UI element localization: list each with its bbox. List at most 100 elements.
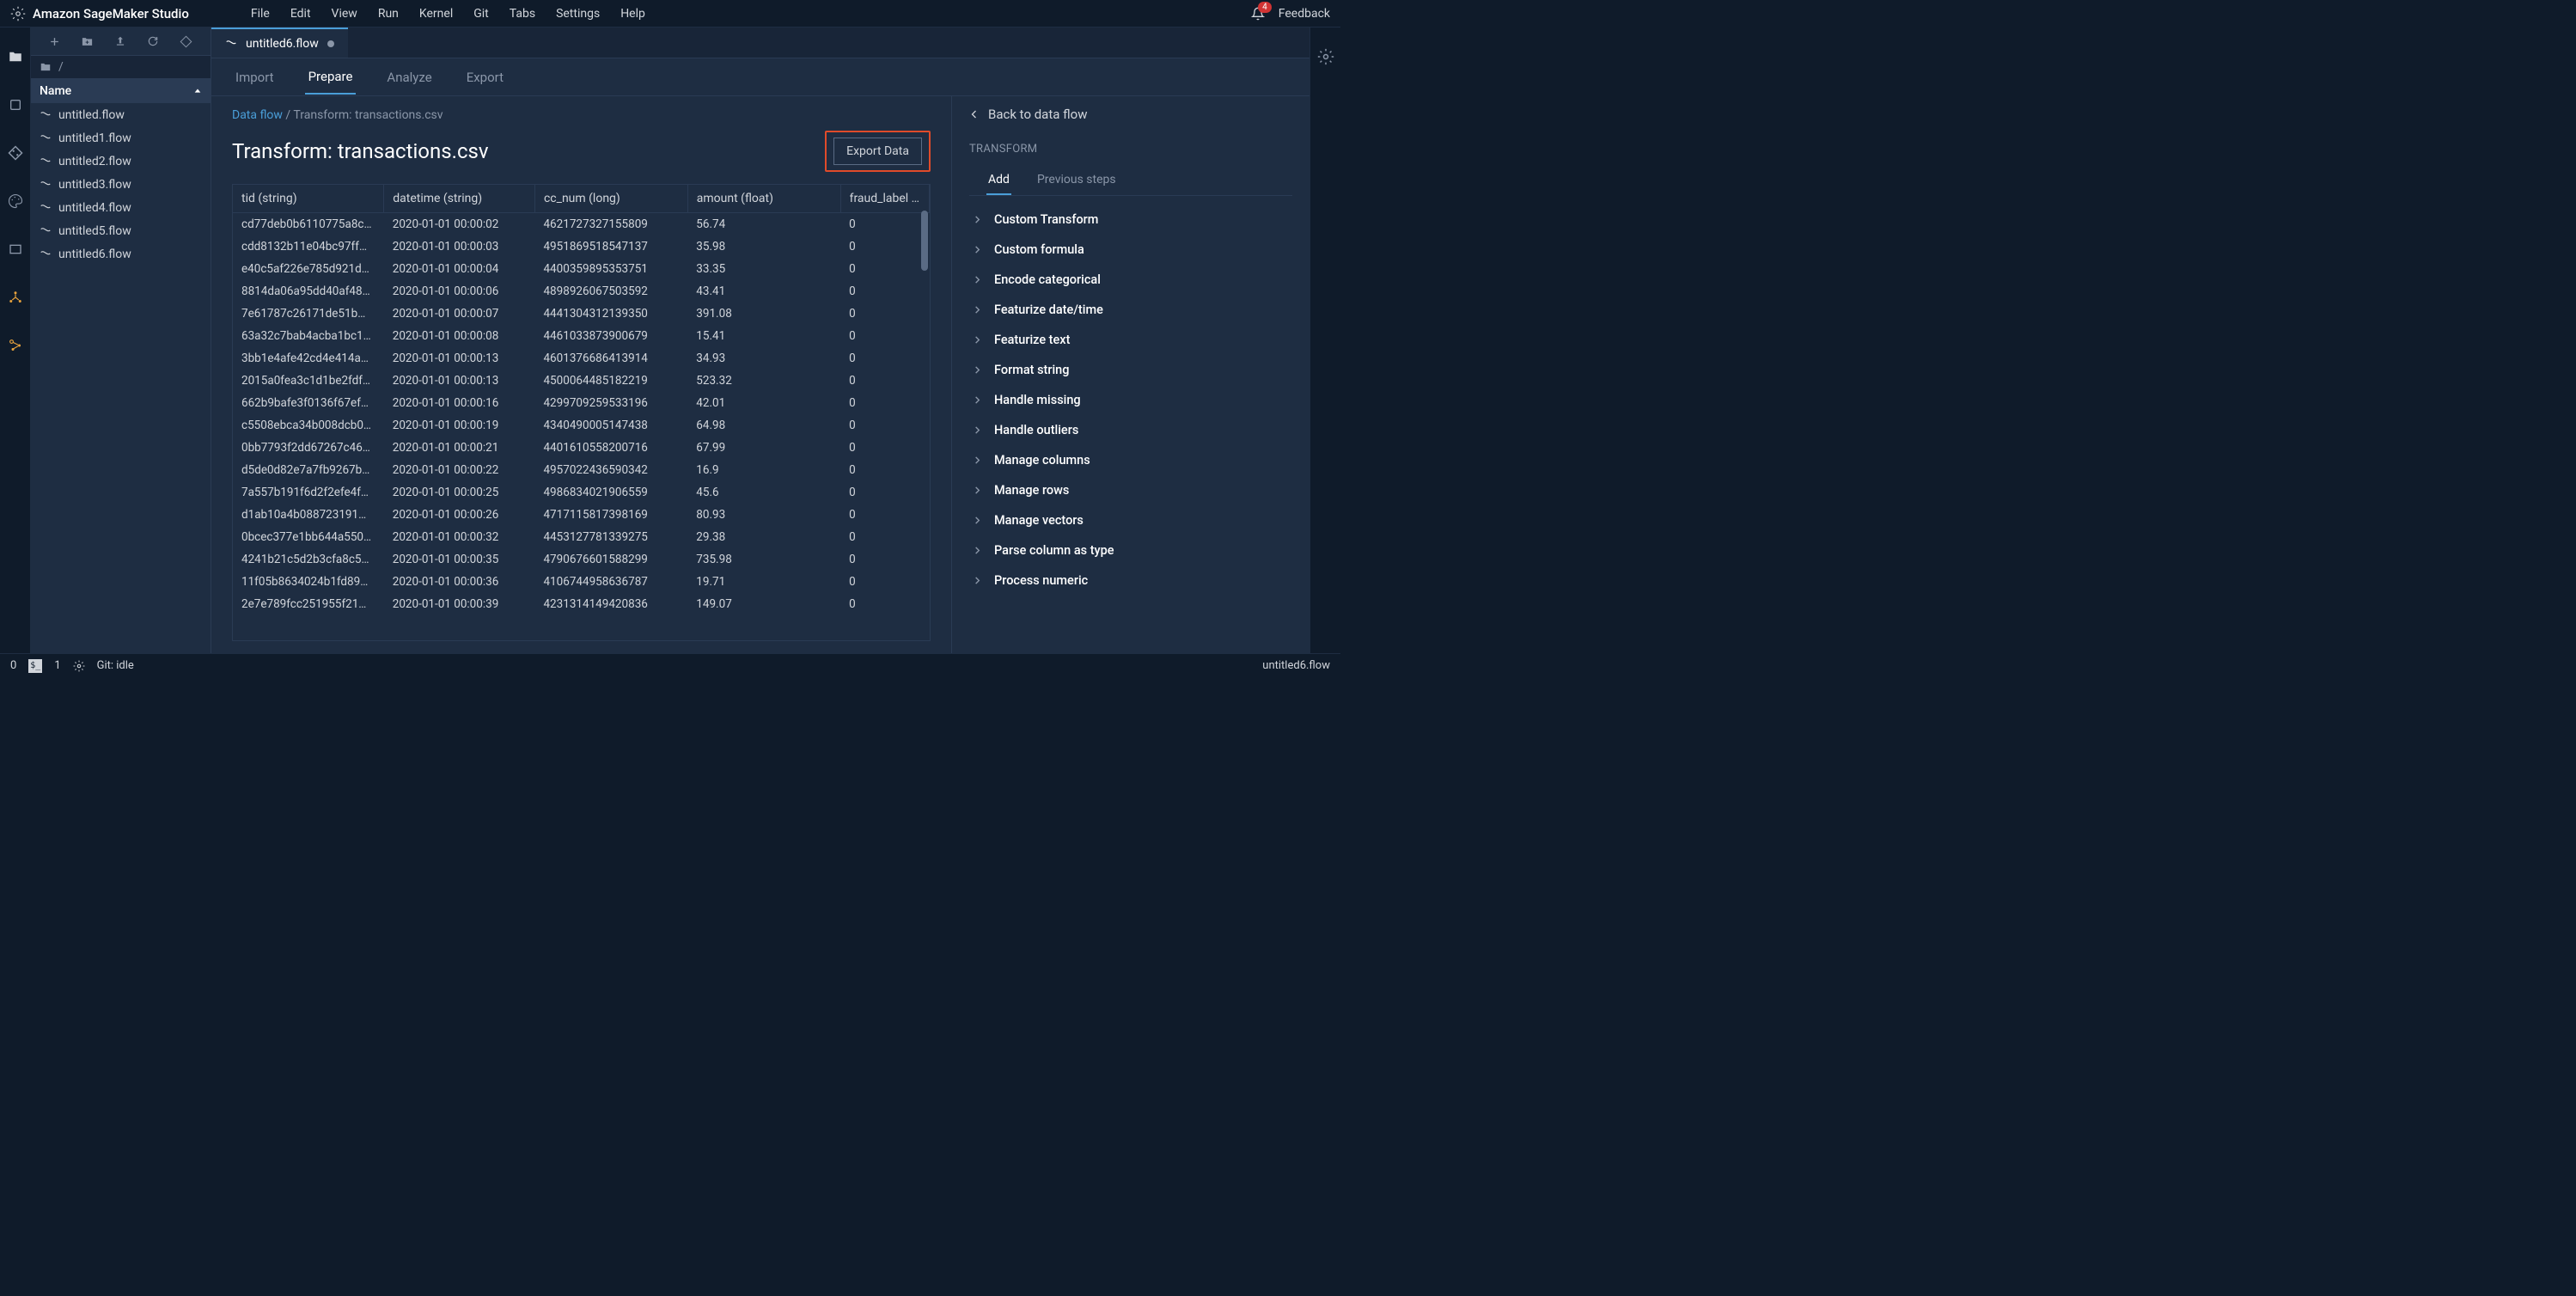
file-item[interactable]: untitled3.flow <box>31 173 211 196</box>
column-header[interactable]: cc_num (long) <box>534 185 687 213</box>
feedback-link[interactable]: Feedback <box>1279 7 1330 21</box>
file-item[interactable]: untitled5.flow <box>31 219 211 242</box>
panel-tab-add[interactable]: Add <box>986 166 1011 195</box>
subtab-import[interactable]: Import <box>232 61 278 94</box>
column-header[interactable]: tid (string) <box>233 185 384 213</box>
table-row[interactable]: 2015a0fea3c1d1be2fdf…2020-01-01 00:00:13… <box>233 370 930 392</box>
table-cell: 7e61787c26171de51b… <box>233 303 384 325</box>
back-to-flow-link[interactable]: Back to data flow <box>969 107 1292 122</box>
transform-item[interactable]: Featurize date/time <box>969 295 1292 325</box>
file-browser-breadcrumb[interactable]: / <box>31 55 211 79</box>
new-launcher-button[interactable] <box>49 36 60 47</box>
flow-icon <box>40 248 52 260</box>
column-header[interactable]: amount (float) <box>687 185 840 213</box>
table-row[interactable]: 662b9bafe3f0136f67ef…2020-01-01 00:00:16… <box>233 392 930 414</box>
transform-item[interactable]: Custom Transform <box>969 205 1292 235</box>
table-cell: e40c5af226e785d921d… <box>233 258 384 280</box>
activity-commands[interactable] <box>7 193 24 210</box>
activity-git[interactable] <box>7 144 24 162</box>
table-row[interactable]: 0bcec377e1bb644a550…2020-01-01 00:00:324… <box>233 526 930 548</box>
export-data-button[interactable]: Export Data <box>833 138 922 165</box>
settings-button[interactable] <box>1317 48 1334 653</box>
file-browser-header[interactable]: Name <box>31 79 211 103</box>
file-name: untitled4.flow <box>58 201 131 215</box>
activity-pipelines[interactable] <box>7 337 24 354</box>
status-count-0[interactable]: 0 <box>10 659 16 672</box>
table-row[interactable]: cd77deb0b6110775a8c…2020-01-01 00:00:024… <box>233 213 930 236</box>
menu-file[interactable]: File <box>241 3 280 24</box>
menu-settings[interactable]: Settings <box>546 3 610 24</box>
table-row[interactable]: 4241b21c5d2b3cfa8c5…2020-01-01 00:00:354… <box>233 548 930 571</box>
activity-folder[interactable] <box>7 48 24 65</box>
transform-item[interactable]: Featurize text <box>969 325 1292 355</box>
transform-item[interactable]: Format string <box>969 355 1292 385</box>
upload-button[interactable] <box>114 35 126 47</box>
table-row[interactable]: 7a557b191f6d2f2efe4f…2020-01-01 00:00:25… <box>233 481 930 504</box>
table-cell: 2020-01-01 00:00:19 <box>384 414 535 437</box>
page-title: Transform: transactions.csv <box>232 139 489 163</box>
transform-item[interactable]: Manage columns <box>969 445 1292 475</box>
status-count-1[interactable]: 1 <box>54 659 60 672</box>
refresh-button[interactable] <box>147 35 159 47</box>
editor-tab[interactable]: untitled6.flow <box>211 28 348 58</box>
panel-tab-previous-steps[interactable]: Previous steps <box>1035 166 1118 195</box>
table-cell: 2020-01-01 00:00:13 <box>384 370 535 392</box>
transform-item[interactable]: Process numeric <box>969 565 1292 596</box>
transform-item[interactable]: Manage rows <box>969 475 1292 505</box>
transform-item-label: Manage rows <box>994 483 1069 498</box>
file-browser-header-label: Name <box>40 84 71 98</box>
table-row[interactable]: 2e7e789fcc251955f21…2020-01-01 00:00:394… <box>233 593 930 615</box>
table-row[interactable]: c5508ebca34b008dcb0…2020-01-01 00:00:194… <box>233 414 930 437</box>
breadcrumb-root-link[interactable]: Data flow <box>232 108 283 122</box>
table-row[interactable]: 11f05b8634024b1fd89…2020-01-01 00:00:364… <box>233 571 930 593</box>
table-row[interactable]: 3bb1e4afe42cd4e414a…2020-01-01 00:00:134… <box>233 347 930 370</box>
table-row[interactable]: cdd8132b11e04bc97ff…2020-01-01 00:00:034… <box>233 235 930 258</box>
table-cell: 2020-01-01 00:00:13 <box>384 347 535 370</box>
transform-item[interactable]: Manage vectors <box>969 505 1292 535</box>
subtab-export[interactable]: Export <box>463 61 507 94</box>
table-cell: 45.6 <box>687 481 840 504</box>
table-row[interactable]: d5de0d82e7a7fb9267b…2020-01-01 00:00:224… <box>233 459 930 481</box>
file-item[interactable]: untitled2.flow <box>31 150 211 173</box>
menu-kernel[interactable]: Kernel <box>409 3 463 24</box>
tabs-icon <box>9 242 22 256</box>
menu-run[interactable]: Run <box>368 3 409 24</box>
transform-item[interactable]: Custom formula <box>969 235 1292 265</box>
menu-edit[interactable]: Edit <box>280 3 321 24</box>
transform-item[interactable]: Parse column as type <box>969 535 1292 565</box>
activity-tabs[interactable] <box>7 241 24 258</box>
file-item[interactable]: untitled4.flow <box>31 196 211 219</box>
table-row[interactable]: 7e61787c26171de51b…2020-01-01 00:00:0744… <box>233 303 930 325</box>
activity-running[interactable] <box>7 96 24 113</box>
gear-icon[interactable] <box>73 660 85 672</box>
table-cell: 56.74 <box>687 213 840 236</box>
file-item[interactable]: untitled6.flow <box>31 242 211 266</box>
table-row[interactable]: 8814da06a95dd40af48…2020-01-01 00:00:064… <box>233 280 930 303</box>
menu-git[interactable]: Git <box>463 3 499 24</box>
new-folder-button[interactable] <box>81 35 94 48</box>
file-item[interactable]: untitled1.flow <box>31 126 211 150</box>
table-row[interactable]: e40c5af226e785d921d…2020-01-01 00:00:044… <box>233 258 930 280</box>
table-row[interactable]: d1ab10a4b088723191…2020-01-01 00:00:2647… <box>233 504 930 526</box>
transform-item[interactable]: Encode categorical <box>969 265 1292 295</box>
git-clone-button[interactable] <box>180 35 192 48</box>
menu-help[interactable]: Help <box>610 3 656 24</box>
column-header[interactable]: datetime (string) <box>384 185 535 213</box>
transform-item[interactable]: Handle outliers <box>969 415 1292 445</box>
transform-item-label: Custom Transform <box>994 212 1098 227</box>
menu-view[interactable]: View <box>321 3 368 24</box>
transform-item[interactable]: Handle missing <box>969 385 1292 415</box>
menu-tabs[interactable]: Tabs <box>499 3 546 24</box>
table-row[interactable]: 0bb7793f2dd67267c46…2020-01-01 00:00:214… <box>233 437 930 459</box>
subtab-analyze[interactable]: Analyze <box>383 61 435 94</box>
notification-bell[interactable]: 4 <box>1251 7 1265 21</box>
transform-item-label: Handle outliers <box>994 423 1078 437</box>
activity-components[interactable] <box>7 289 24 306</box>
subtab-prepare[interactable]: Prepare <box>305 60 357 95</box>
git-status[interactable]: Git: idle <box>97 659 134 672</box>
table-row[interactable]: 63a32c7bab4acba1bc1…2020-01-01 00:00:084… <box>233 325 930 347</box>
scrollbar-thumb[interactable] <box>921 211 928 271</box>
file-item[interactable]: untitled.flow <box>31 103 211 126</box>
column-header[interactable]: fraud_label (long) <box>840 185 929 213</box>
terminal-icon[interactable]: $_ <box>28 659 42 673</box>
